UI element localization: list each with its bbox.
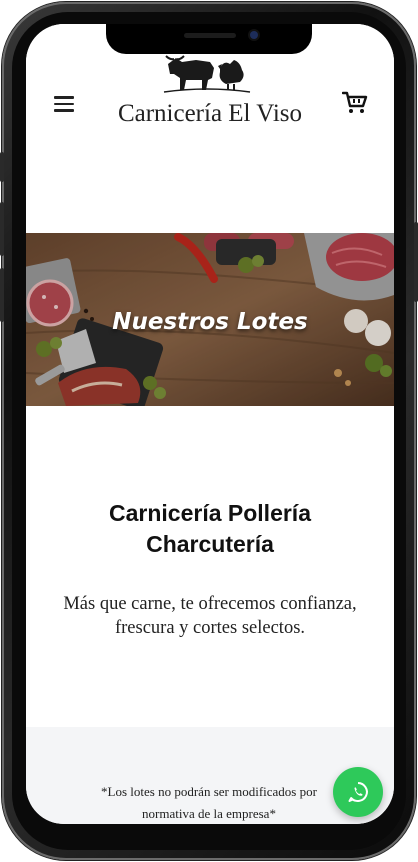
volume-down-button [0, 268, 4, 322]
whatsapp-button[interactable] [333, 767, 383, 817]
intro-text: Más que carne, te ofrecemos confianza, f… [63, 594, 357, 638]
front-camera [250, 31, 258, 39]
hamburger-menu-icon[interactable] [54, 96, 74, 112]
hero-banner: Nuestros Lotes [26, 233, 394, 406]
phone-notch [106, 24, 312, 54]
banner-title: Nuestros Lotes [112, 309, 308, 335]
screen: Carnicería El Viso Nuestros Lotes Carnic… [26, 24, 394, 824]
power-button [414, 222, 418, 302]
brand-name[interactable]: Carnicería El Viso [96, 98, 324, 129]
whatsapp-icon [348, 782, 368, 803]
cart-icon[interactable] [342, 90, 368, 116]
volume-up-button [0, 202, 4, 256]
mute-button [0, 152, 4, 182]
site-header: Carnicería El Viso [26, 24, 394, 224]
speaker-grille [184, 33, 236, 38]
notice-text: *Los lotes no podrán ser modificados por… [101, 784, 317, 821]
intro-heading: Carnicería Pollería Charcutería [109, 500, 311, 557]
